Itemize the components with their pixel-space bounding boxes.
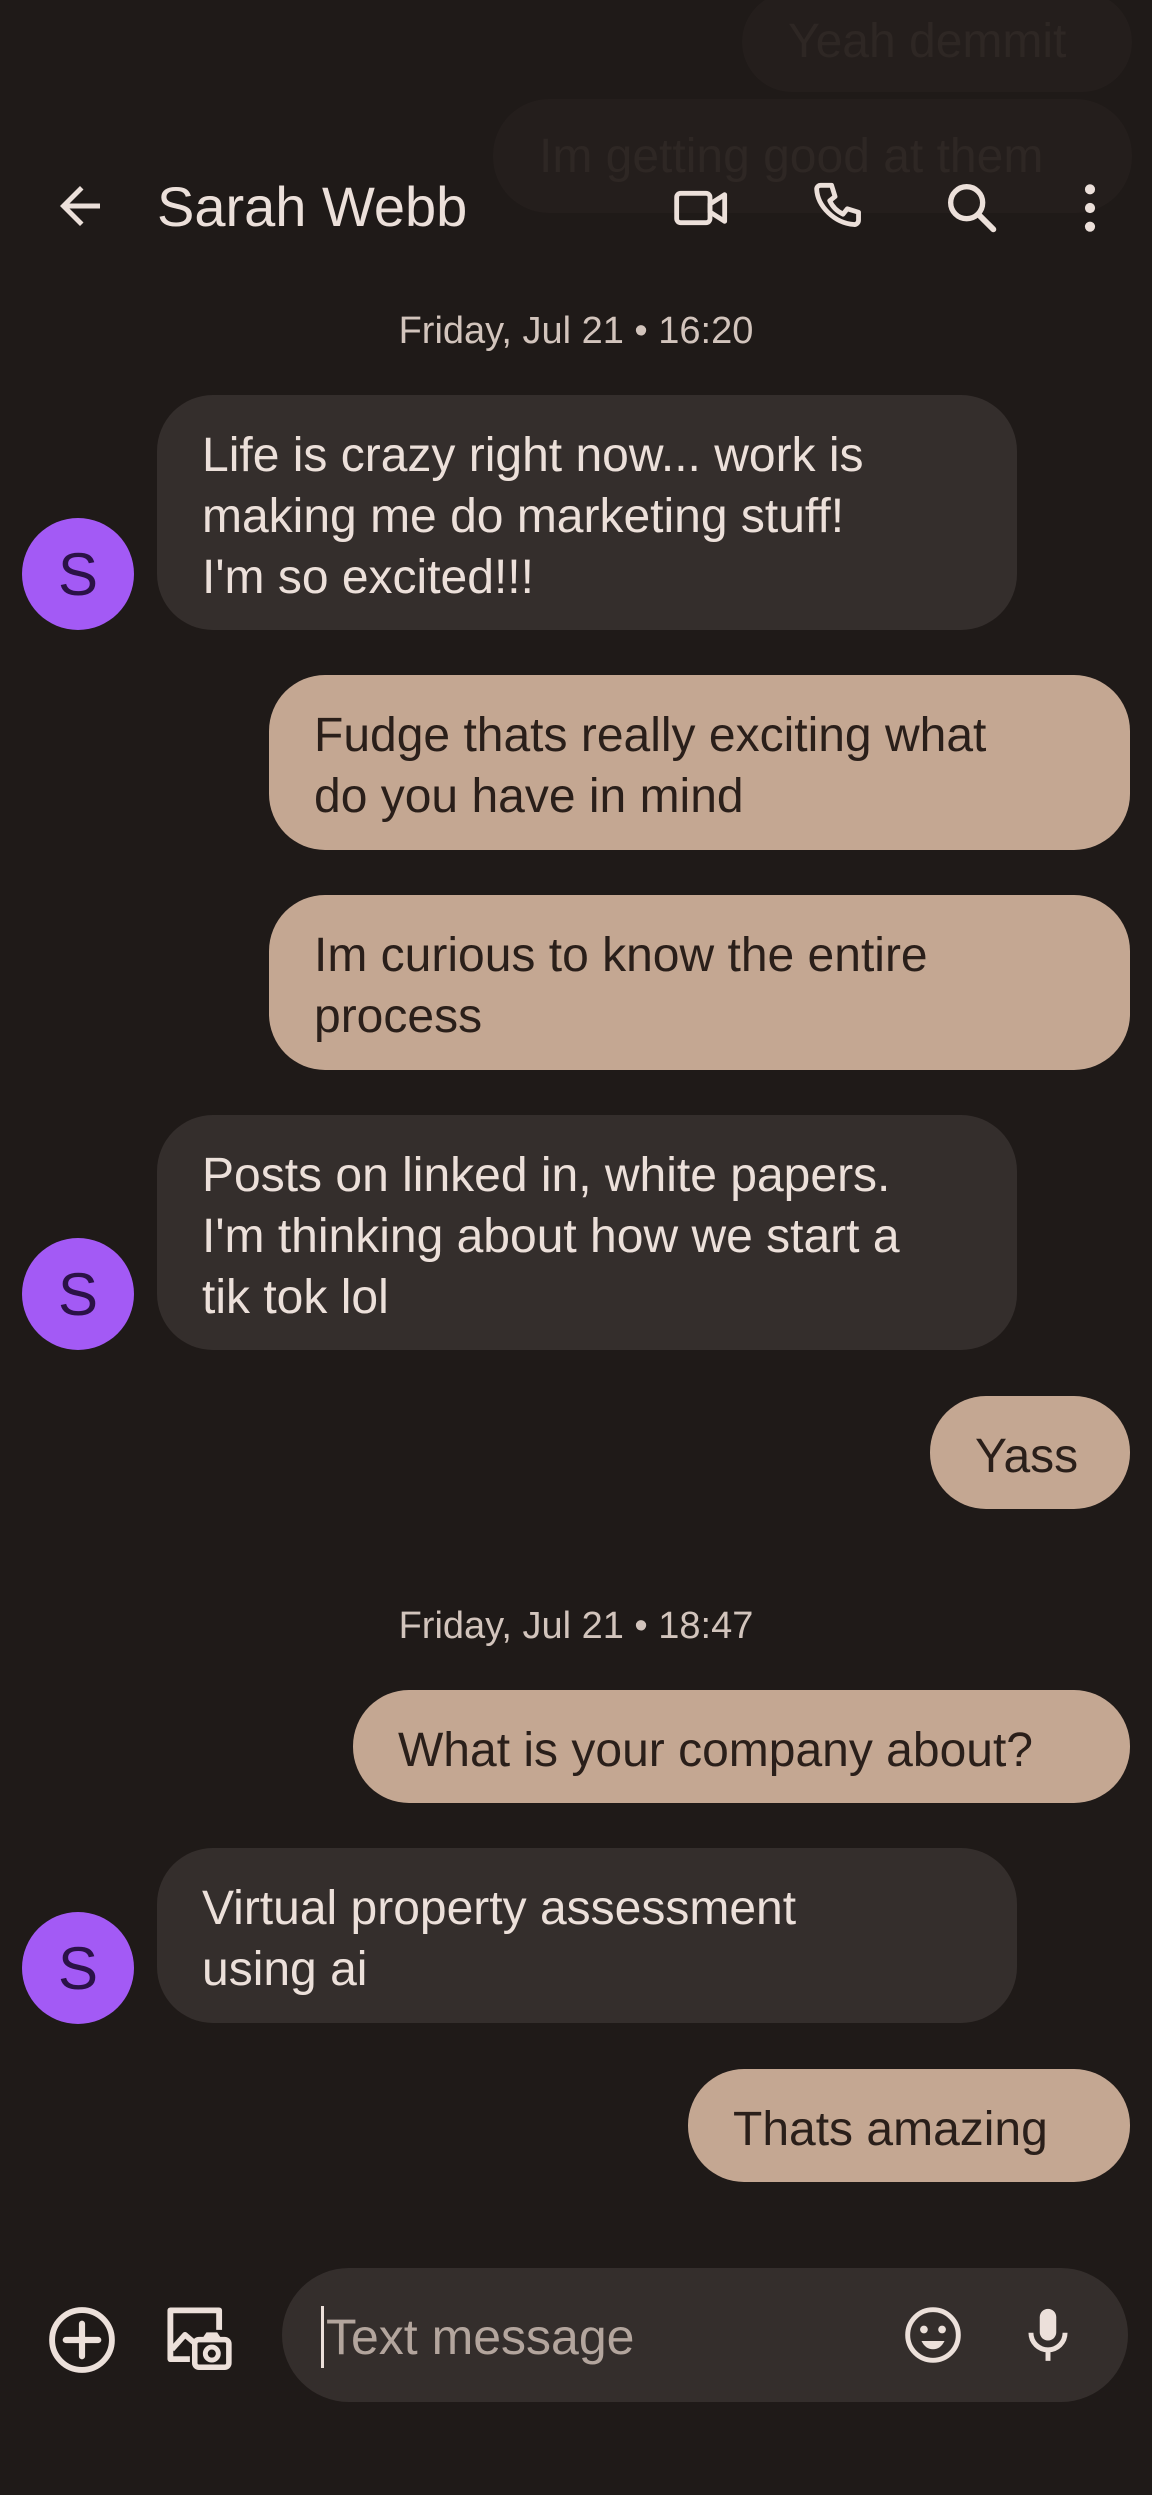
incoming-message[interactable]: Posts on linked in, white papers. I'm th… <box>157 1115 1017 1350</box>
video-call-button[interactable] <box>670 176 734 240</box>
outgoing-message[interactable]: Im curious to know the entire process <box>269 895 1130 1070</box>
message-line: process <box>314 990 483 1043</box>
message-line: using ai <box>202 1943 368 1996</box>
ghost-message: Yeah demmit <box>742 0 1132 92</box>
back-button[interactable] <box>50 176 110 236</box>
incoming-message[interactable]: Life is crazy right now... work is makin… <box>157 395 1017 630</box>
compose-bar <box>0 2255 1152 2425</box>
outgoing-message[interactable]: Fudge thats really exciting what do you … <box>269 675 1130 850</box>
more-options-button[interactable] <box>1058 176 1122 240</box>
outgoing-message[interactable]: What is your company about? <box>353 1690 1130 1803</box>
datestamp: Friday, Jul 21 • 18:47 <box>398 1605 754 1647</box>
conversation-title[interactable]: Sarah Webb <box>157 174 467 239</box>
avatar[interactable]: S <box>22 1912 134 2024</box>
message-line: Fudge thats really exciting what <box>314 709 987 762</box>
text-cursor <box>321 2306 324 2368</box>
emoji-icon <box>905 2307 961 2363</box>
emoji-button[interactable] <box>900 2302 966 2368</box>
voice-input-button[interactable] <box>1015 2302 1081 2368</box>
phone-icon <box>814 182 861 227</box>
message-line: Im curious to know the entire <box>314 929 928 982</box>
attach-button[interactable] <box>43 2301 121 2379</box>
message-line: do you have in mind <box>314 770 744 823</box>
message-input-container[interactable] <box>282 2268 1128 2402</box>
avatar[interactable]: S <box>22 518 134 630</box>
microphone-icon <box>1028 2308 1068 2361</box>
message-line: making me do marketing stuff! <box>202 490 845 543</box>
add-circle-icon <box>49 2307 115 2373</box>
more-vert-icon <box>1084 184 1096 232</box>
message-line: Posts on linked in, white papers. <box>202 1149 891 1202</box>
incoming-message[interactable]: Virtual property assessment using ai <box>157 1848 1017 2023</box>
search-button[interactable] <box>940 176 1004 240</box>
avatar[interactable]: S <box>22 1238 134 1350</box>
gallery-camera-icon <box>167 2307 232 2371</box>
message-line: I'm so excited!!! <box>202 551 534 604</box>
search-icon <box>948 184 997 233</box>
video-call-icon <box>674 190 728 226</box>
outgoing-message[interactable]: Yass <box>930 1396 1130 1509</box>
message-line: Thats amazing <box>733 2103 1048 2156</box>
message-line: Life is crazy right now... work is <box>202 429 864 482</box>
voice-call-button[interactable] <box>806 176 870 240</box>
datestamp: Friday, Jul 21 • 16:20 <box>398 310 754 352</box>
message-line: Virtual property assessment <box>202 1882 797 1935</box>
message-line: What is your company about? <box>398 1724 1033 1777</box>
back-arrow-icon <box>60 186 100 226</box>
message-input[interactable] <box>326 2306 786 2368</box>
top-app-bar: Sarah Webb <box>0 140 1152 272</box>
message-line: Yass <box>975 1430 1079 1483</box>
message-line: tik tok lol <box>202 1271 389 1324</box>
message-line: I'm thinking about how we start a <box>202 1210 900 1263</box>
outgoing-message[interactable]: Thats amazing <box>688 2069 1130 2182</box>
gallery-button[interactable] <box>159 2299 237 2377</box>
